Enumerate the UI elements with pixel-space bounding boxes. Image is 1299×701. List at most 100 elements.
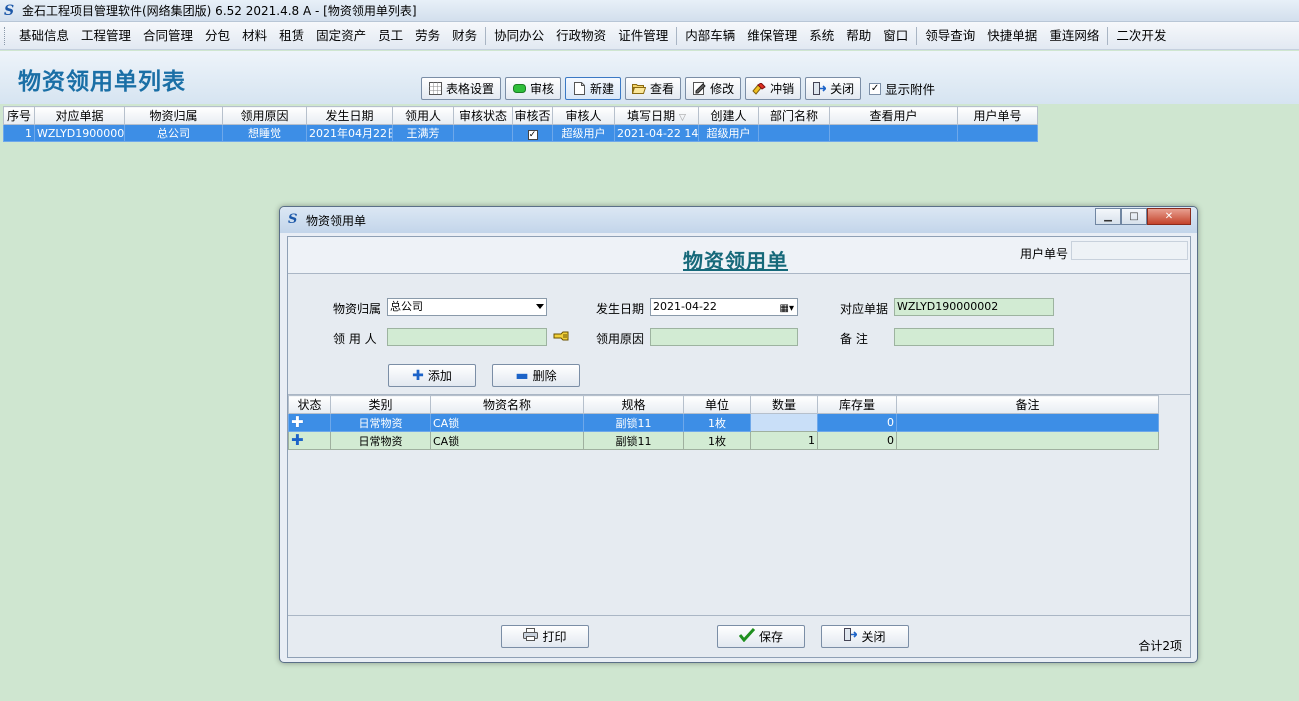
menu-window[interactable]: 窗口	[877, 22, 914, 50]
menu-staff[interactable]: 员工	[372, 22, 409, 50]
cell-audit-status	[453, 124, 513, 142]
menu-certificates[interactable]: 证件管理	[612, 22, 674, 50]
col-audited[interactable]: 审核否	[512, 106, 553, 125]
show-attachments-toggle[interactable]: ✓ 显示附件	[869, 79, 935, 98]
window-controls: ▁ □ ✕	[1095, 208, 1191, 225]
cell-doc: WZLYD190000001	[34, 124, 125, 142]
col-owner[interactable]: 物资归属	[124, 106, 223, 125]
dcell-note[interactable]	[896, 413, 1159, 432]
grid-icon	[428, 82, 442, 96]
owner-select[interactable]: 总公司	[387, 298, 547, 316]
col-auditor[interactable]: 审核人	[552, 106, 615, 125]
delete-button[interactable]: ▬ 删除	[492, 364, 580, 387]
recipient-label: 领 用 人	[333, 332, 377, 346]
show-attachments-checkbox[interactable]: ✓	[869, 82, 882, 95]
minimize-icon[interactable]: ▁	[1095, 208, 1121, 225]
dcell-status: ✚	[288, 413, 331, 432]
dcol-category[interactable]: 类别	[330, 395, 431, 414]
col-dept[interactable]: 部门名称	[758, 106, 830, 125]
note-label: 备 注	[840, 332, 868, 346]
view-label: 查看	[650, 82, 675, 96]
save-button[interactable]: 保存	[717, 625, 805, 648]
menu-reconnect[interactable]: 重连网络	[1043, 22, 1105, 50]
dcol-note[interactable]: 备注	[896, 395, 1159, 414]
dialog-close-button[interactable]: 关闭	[821, 625, 909, 648]
col-user-no[interactable]: 用户单号	[957, 106, 1038, 125]
note-field[interactable]	[894, 328, 1054, 346]
table-row[interactable]: 1 WZLYD190000001 总公司 想睡觉 2021年04月22日 王满芳…	[3, 124, 1038, 142]
col-audit-status[interactable]: 审核状态	[453, 106, 513, 125]
menu-help[interactable]: 帮助	[840, 22, 877, 50]
menu-maintenance[interactable]: 维保管理	[741, 22, 803, 50]
menu-collab-office[interactable]: 协同办公	[488, 22, 550, 50]
menu-contract[interactable]: 合同管理	[137, 22, 199, 50]
col-doc[interactable]: 对应单据	[34, 106, 125, 125]
reverse-button[interactable]: 冲销	[745, 77, 802, 100]
grid-settings-button[interactable]: 表格设置	[421, 77, 502, 100]
recipient-field[interactable]	[387, 328, 547, 346]
menu-admin-supplies[interactable]: 行政物资	[550, 22, 612, 50]
cell-seq: 1	[3, 124, 35, 142]
close-button[interactable]: 关闭	[805, 77, 862, 100]
close-label: 关闭	[830, 82, 855, 96]
dcol-spec[interactable]: 规格	[583, 395, 684, 414]
cell-creator: 超级用户	[698, 124, 759, 142]
menu-material[interactable]: 材料	[236, 22, 273, 50]
dcol-qty[interactable]: 数量	[750, 395, 818, 414]
menu-bar: 基础信息 工程管理 合同管理 分包 材料 租赁 固定资产 员工 劳务 财务 协同…	[0, 22, 1299, 50]
new-button[interactable]: 新建	[565, 77, 622, 100]
menu-leader-query[interactable]: 领导查询	[919, 22, 981, 50]
detail-row[interactable]: ✚ 日常物资 CA锁 副锁11 1枚 0	[288, 413, 1159, 432]
user-no-field[interactable]	[1071, 241, 1188, 260]
print-button[interactable]: 打印	[501, 625, 589, 648]
view-button[interactable]: 查看	[625, 77, 682, 100]
col-seq[interactable]: 序号	[3, 106, 35, 125]
menu-fixed-assets[interactable]: 固定资产	[310, 22, 372, 50]
dialog-titlebar[interactable]: S 物资领用单 ▁ □ ✕	[280, 207, 1197, 233]
menu-project[interactable]: 工程管理	[75, 22, 137, 50]
reason-field[interactable]	[650, 328, 798, 346]
doc-field[interactable]: WZLYD190000002	[894, 298, 1054, 316]
dcell-note[interactable]	[896, 431, 1159, 450]
col-recipient[interactable]: 领用人	[392, 106, 454, 125]
dcell-qty[interactable]: 1	[750, 431, 818, 450]
detail-header-row: 状态 类别 物资名称 规格 单位 数量 库存量 备注	[288, 395, 1159, 414]
menu-lease[interactable]: 租赁	[273, 22, 310, 50]
menu-subcontract[interactable]: 分包	[199, 22, 236, 50]
add-button[interactable]: ✚ 添加	[388, 364, 476, 387]
menu-dev[interactable]: 二次开发	[1110, 22, 1172, 50]
maximize-icon[interactable]: □	[1121, 208, 1147, 225]
menu-basic-info[interactable]: 基础信息	[13, 22, 75, 50]
printer-icon	[523, 628, 539, 645]
pick-user-icon[interactable]	[553, 330, 569, 346]
dcol-stock[interactable]: 库存量	[817, 395, 897, 414]
dcell-qty-input[interactable]	[750, 413, 818, 432]
dcol-name[interactable]: 物资名称	[430, 395, 584, 414]
dcol-status[interactable]: 状态	[288, 395, 331, 414]
col-creator[interactable]: 创建人	[698, 106, 759, 125]
calendar-icon[interactable]: ▦▾	[780, 301, 794, 317]
audit-button[interactable]: 审核	[505, 77, 562, 100]
audited-checkbox[interactable]: ✓	[527, 129, 538, 140]
menu-separator	[676, 26, 678, 45]
menu-finance[interactable]: 财务	[446, 22, 483, 50]
col-reason[interactable]: 领用原因	[222, 106, 307, 125]
dcol-unit[interactable]: 单位	[683, 395, 751, 414]
chevron-down-icon[interactable]	[536, 304, 544, 309]
show-attachments-label: 显示附件	[885, 82, 936, 97]
col-viewer[interactable]: 查看用户	[829, 106, 958, 125]
col-fill-date[interactable]: 填写日期 ▽	[614, 106, 699, 125]
detail-row[interactable]: ✚ 日常物资 CA锁 副锁11 1枚 1 0	[288, 431, 1159, 450]
date-picker[interactable]: 2021-04-22 ▦▾	[650, 298, 798, 316]
edit-button[interactable]: 修改	[685, 77, 742, 100]
menu-vehicles[interactable]: 内部车辆	[679, 22, 741, 50]
menu-labor[interactable]: 劳务	[409, 22, 446, 50]
list-grid: 序号 对应单据 物资归属 领用原因 发生日期 领用人 审核状态 审核否 审核人 …	[3, 106, 1038, 142]
menu-system[interactable]: 系统	[803, 22, 840, 50]
menu-quick-docs[interactable]: 快捷单据	[981, 22, 1043, 50]
dcell-category: 日常物资	[330, 413, 431, 432]
cell-recipient: 王满芳	[392, 124, 454, 142]
delete-label: 删除	[532, 369, 557, 383]
close-icon[interactable]: ✕	[1147, 208, 1191, 225]
col-date[interactable]: 发生日期	[306, 106, 393, 125]
